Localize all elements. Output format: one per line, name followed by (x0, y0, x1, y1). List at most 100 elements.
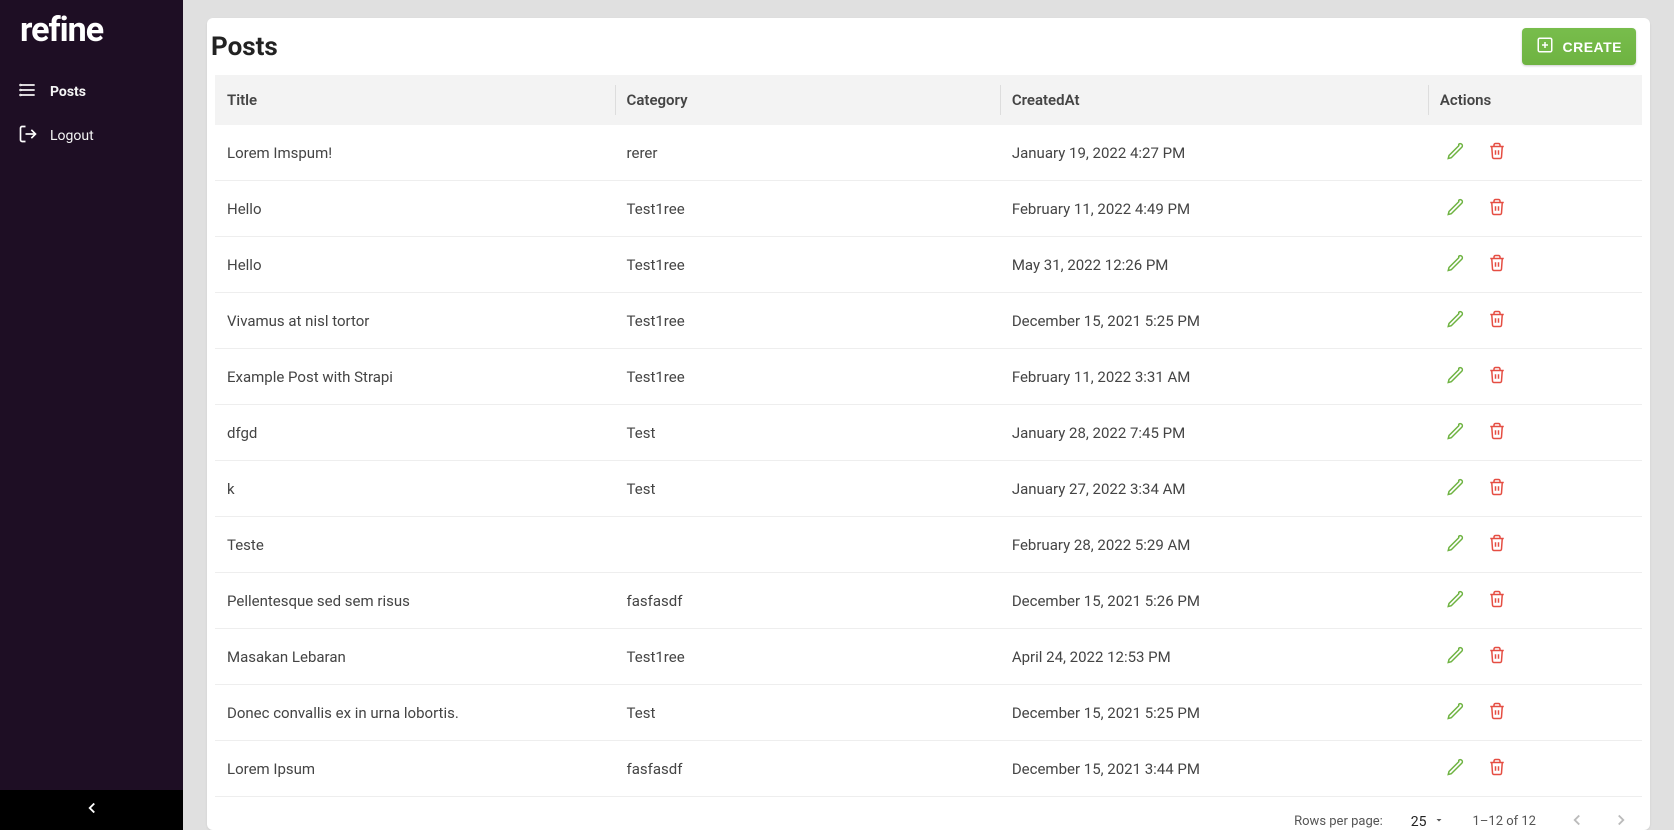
delete-button[interactable] (1486, 252, 1508, 277)
cell-category (615, 517, 1000, 573)
delete-button[interactable] (1486, 588, 1508, 613)
delete-button[interactable] (1486, 644, 1508, 669)
cell-category: Test1ree (615, 237, 1000, 293)
delete-button[interactable] (1486, 364, 1508, 389)
table-row: Example Post with StrapiTest1reeFebruary… (215, 349, 1642, 405)
table-row: Masakan LebaranTest1reeApril 24, 2022 12… (215, 629, 1642, 685)
table-header-row: Title Category CreatedAt Actions (215, 75, 1642, 125)
edit-button[interactable] (1444, 476, 1466, 501)
page-title: Posts (207, 32, 278, 62)
cell-created-at: January 27, 2022 3:34 AM (1000, 461, 1428, 517)
cell-created-at: February 11, 2022 3:31 AM (1000, 349, 1428, 405)
edit-button[interactable] (1444, 644, 1466, 669)
trash-icon (1488, 702, 1506, 723)
table-row: Pellentesque sed sem risusfasfasdfDecemb… (215, 573, 1642, 629)
table-row: Donec convallis ex in urna lobortis.Test… (215, 685, 1642, 741)
list-icon (18, 80, 38, 104)
chevron-left-icon (1568, 817, 1586, 830)
sidebar-item-logout[interactable]: Logout (0, 114, 183, 158)
pencil-icon (1446, 478, 1464, 499)
trash-icon (1488, 646, 1506, 667)
delete-button[interactable] (1486, 196, 1508, 221)
pencil-icon (1446, 590, 1464, 611)
next-page-button[interactable] (1608, 807, 1634, 830)
sidebar-item-posts[interactable]: Posts (0, 70, 183, 114)
edit-button[interactable] (1444, 252, 1466, 277)
delete-button[interactable] (1486, 532, 1508, 557)
cell-category: Test (615, 685, 1000, 741)
cell-created-at: December 15, 2021 3:44 PM (1000, 741, 1428, 797)
delete-button[interactable] (1486, 476, 1508, 501)
cell-category: Test (615, 461, 1000, 517)
cell-title: Donec convallis ex in urna lobortis. (215, 685, 615, 741)
rows-per-page-value: 25 (1411, 814, 1427, 830)
edit-button[interactable] (1444, 532, 1466, 557)
cell-created-at: January 28, 2022 7:45 PM (1000, 405, 1428, 461)
pencil-icon (1446, 534, 1464, 555)
col-title[interactable]: Title (215, 75, 615, 125)
cell-actions (1428, 405, 1642, 461)
edit-button[interactable] (1444, 756, 1466, 781)
cell-actions (1428, 125, 1642, 181)
sidebar-item-label: Logout (50, 128, 94, 144)
table-row: dfgdTestJanuary 28, 2022 7:45 PM (215, 405, 1642, 461)
col-category[interactable]: Category (615, 75, 1000, 125)
delete-button[interactable] (1486, 420, 1508, 445)
table-row: kTestJanuary 27, 2022 3:34 AM (215, 461, 1642, 517)
pencil-icon (1446, 422, 1464, 443)
edit-button[interactable] (1444, 420, 1466, 445)
table-container: Title Category CreatedAt Actions Lorem I… (207, 75, 1650, 797)
delete-button[interactable] (1486, 700, 1508, 725)
trash-icon (1488, 310, 1506, 331)
posts-table: Title Category CreatedAt Actions Lorem I… (215, 75, 1642, 797)
delete-button[interactable] (1486, 308, 1508, 333)
table-row: HelloTest1reeMay 31, 2022 12:26 PM (215, 237, 1642, 293)
chevron-left-icon (83, 799, 101, 821)
cell-title: Lorem Ipsum (215, 741, 615, 797)
prev-page-button[interactable] (1564, 807, 1590, 830)
delete-button[interactable] (1486, 756, 1508, 781)
cell-title: k (215, 461, 615, 517)
cell-title: Hello (215, 181, 615, 237)
edit-button[interactable] (1444, 308, 1466, 333)
cell-category: Test1ree (615, 293, 1000, 349)
edit-button[interactable] (1444, 196, 1466, 221)
trash-icon (1488, 366, 1506, 387)
edit-button[interactable] (1444, 700, 1466, 725)
table-row: Vivamus at nisl tortorTest1reeDecember 1… (215, 293, 1642, 349)
cell-actions (1428, 517, 1642, 573)
col-created-at[interactable]: CreatedAt (1000, 75, 1428, 125)
cell-category: rerer (615, 125, 1000, 181)
cell-created-at: May 31, 2022 12:26 PM (1000, 237, 1428, 293)
cell-category: Test1ree (615, 181, 1000, 237)
card-header: Posts CREATE (207, 18, 1650, 75)
pagination-range: 1–12 of 12 (1473, 814, 1536, 829)
dropdown-icon (1433, 814, 1445, 830)
sidebar-item-label: Posts (50, 84, 86, 100)
trash-icon (1488, 758, 1506, 779)
table-row: Lorem Imspum!rererJanuary 19, 2022 4:27 … (215, 125, 1642, 181)
edit-button[interactable] (1444, 588, 1466, 613)
chevron-right-icon (1612, 817, 1630, 830)
edit-button[interactable] (1444, 140, 1466, 165)
cell-actions (1428, 741, 1642, 797)
trash-icon (1488, 198, 1506, 219)
pencil-icon (1446, 702, 1464, 723)
cell-title: Hello (215, 237, 615, 293)
trash-icon (1488, 590, 1506, 611)
plus-box-icon (1536, 36, 1554, 57)
trash-icon (1488, 534, 1506, 555)
pencil-icon (1446, 646, 1464, 667)
cell-category: Test (615, 405, 1000, 461)
cell-category: Test1ree (615, 629, 1000, 685)
logout-icon (18, 124, 38, 148)
rows-per-page-select[interactable]: 25 (1411, 814, 1445, 830)
delete-button[interactable] (1486, 140, 1508, 165)
sidebar-collapse-button[interactable] (0, 790, 183, 830)
trash-icon (1488, 422, 1506, 443)
create-button[interactable]: CREATE (1522, 28, 1636, 65)
cell-title: Vivamus at nisl tortor (215, 293, 615, 349)
edit-button[interactable] (1444, 364, 1466, 389)
pencil-icon (1446, 758, 1464, 779)
table-row: HelloTest1reeFebruary 11, 2022 4:49 PM (215, 181, 1642, 237)
